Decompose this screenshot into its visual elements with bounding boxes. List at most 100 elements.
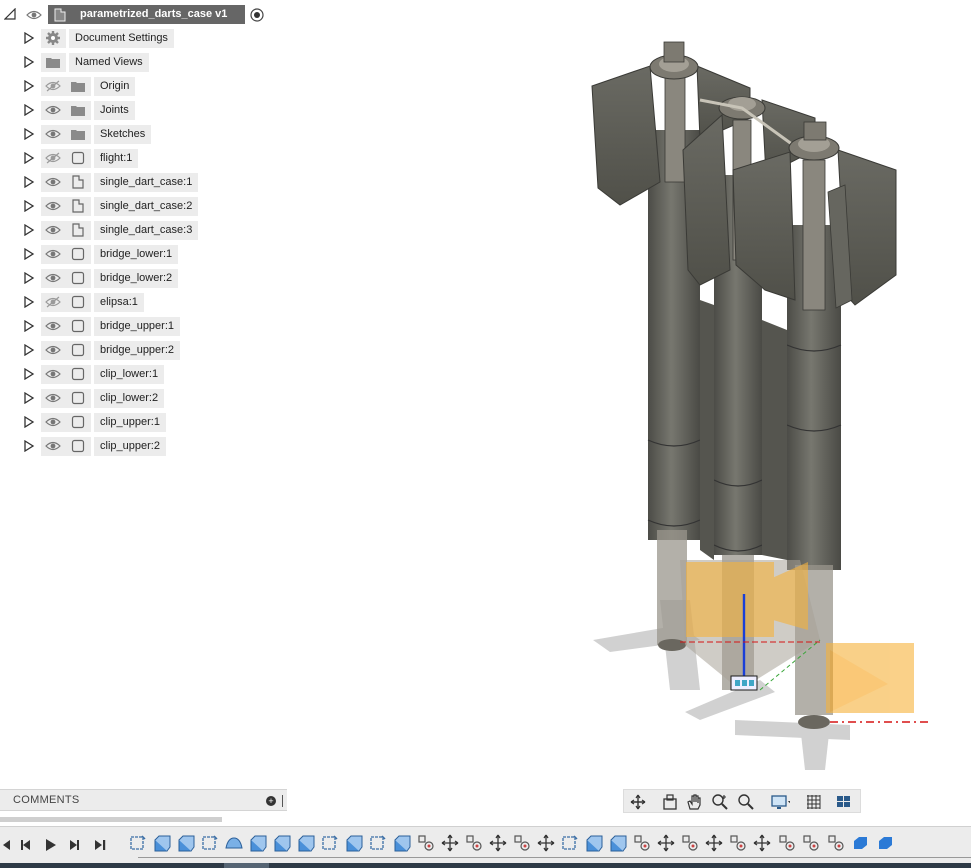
canvas-viewport[interactable]	[560, 30, 971, 780]
folder-icon	[71, 82, 85, 92]
body-icon	[71, 367, 85, 381]
eye-icon[interactable]	[45, 392, 61, 404]
go-to-start-icon[interactable]	[0, 837, 16, 853]
eye-icon[interactable]	[45, 272, 61, 284]
browser-item-label: Named Views	[69, 53, 149, 72]
collapse-triangle-icon[interactable]	[4, 8, 16, 20]
display-settings-icon[interactable]	[770, 792, 790, 812]
fit-icon[interactable]	[736, 792, 756, 812]
expand-triangle-icon[interactable]	[23, 248, 35, 260]
browser-item-label: single_dart_case:3	[94, 221, 199, 240]
expand-triangle-icon[interactable]	[23, 416, 35, 428]
zoom-icon[interactable]	[710, 792, 730, 812]
timeline-feature-move-icon[interactable]	[704, 833, 724, 853]
expand-triangle-icon[interactable]	[23, 80, 35, 92]
timeline-feature-joint-icon[interactable]	[728, 833, 748, 853]
eye-icon[interactable]	[45, 200, 61, 212]
timeline-feature-extrude-icon[interactable]	[344, 833, 364, 853]
timeline-feature-joint-icon[interactable]	[416, 833, 436, 853]
expand-triangle-icon[interactable]	[23, 152, 35, 164]
timeline-feature-joint-icon[interactable]	[512, 833, 532, 853]
timeline-feature-joint-icon[interactable]	[826, 833, 846, 853]
add-comment-icon[interactable]: +	[266, 796, 276, 806]
orbit-icon[interactable]	[628, 792, 648, 812]
eye-hidden-icon[interactable]	[45, 296, 61, 308]
eye-icon[interactable]	[26, 9, 42, 21]
expand-triangle-icon[interactable]	[23, 128, 35, 140]
timeline-feature-joint-icon[interactable]	[680, 833, 700, 853]
timeline-feature-extrude-icon[interactable]	[176, 833, 196, 853]
step-forward-icon[interactable]	[66, 837, 82, 853]
step-back-icon[interactable]	[18, 837, 34, 853]
timeline-feature-joint-icon[interactable]	[801, 833, 821, 853]
body-icon	[71, 271, 85, 285]
expand-triangle-icon[interactable]	[23, 440, 35, 452]
expand-triangle-icon[interactable]	[23, 176, 35, 188]
body-icon	[71, 343, 85, 357]
expand-triangle-icon[interactable]	[23, 368, 35, 380]
eye-icon[interactable]	[45, 344, 61, 356]
timeline-feature-move-icon[interactable]	[752, 833, 772, 853]
expand-triangle-icon[interactable]	[23, 32, 35, 44]
timeline-feature-move-icon[interactable]	[656, 833, 676, 853]
timeline-feature-extrude-icon[interactable]	[296, 833, 316, 853]
grid-settings-icon[interactable]	[804, 792, 824, 812]
timeline-feature-extrude-icon[interactable]	[608, 833, 628, 853]
timeline-feature-extrude-icon[interactable]	[584, 833, 604, 853]
timeline-feature-extrude-icon[interactable]	[392, 833, 412, 853]
pan-icon[interactable]	[684, 792, 704, 812]
timeline-feature-sketch-icon[interactable]	[128, 833, 148, 853]
timeline-feature-joint-icon[interactable]	[777, 833, 797, 853]
timeline-feature-move-icon[interactable]	[536, 833, 556, 853]
timeline-feature-move-icon[interactable]	[440, 833, 460, 853]
joint-glyph-icon[interactable]	[730, 675, 758, 691]
expand-triangle-icon[interactable]	[23, 272, 35, 284]
timeline-feature-extrude-icon[interactable]	[248, 833, 268, 853]
eye-icon[interactable]	[45, 416, 61, 428]
go-to-end-icon[interactable]	[92, 837, 108, 853]
timeline-feature-sketch-icon[interactable]	[200, 833, 220, 853]
eye-icon[interactable]	[45, 176, 61, 188]
component-icon	[72, 199, 84, 213]
eye-icon[interactable]	[45, 320, 61, 332]
comments-bar[interactable]: COMMENTS +	[0, 789, 287, 811]
eye-icon[interactable]	[45, 368, 61, 380]
browser-item-label: clip_lower:1	[94, 365, 165, 384]
expand-triangle-icon[interactable]	[23, 104, 35, 116]
expand-triangle-icon[interactable]	[23, 320, 35, 332]
play-icon[interactable]	[42, 837, 58, 853]
flight-front[interactable]	[732, 121, 897, 311]
timeline-bar	[0, 826, 971, 868]
expand-triangle-icon[interactable]	[23, 200, 35, 212]
eye-icon[interactable]	[45, 104, 61, 116]
timeline-scrollbar[interactable]	[0, 817, 222, 822]
navigation-toolbar	[623, 789, 861, 813]
eye-icon[interactable]	[45, 440, 61, 452]
expand-triangle-icon[interactable]	[23, 224, 35, 236]
timeline-feature-sketch-icon[interactable]	[320, 833, 340, 853]
viewports-icon[interactable]	[834, 792, 854, 812]
look-at-icon[interactable]	[660, 792, 680, 812]
timeline-feature-extrude-icon[interactable]	[272, 833, 292, 853]
timeline-feature-fillet-icon[interactable]	[224, 833, 244, 853]
eye-hidden-icon[interactable]	[45, 152, 61, 164]
activate-radio-icon[interactable]	[250, 8, 264, 22]
expand-triangle-icon[interactable]	[23, 296, 35, 308]
timeline-feature-joint-icon[interactable]	[464, 833, 484, 853]
timeline-ruler	[138, 857, 971, 861]
timeline-feature-sketch-icon[interactable]	[368, 833, 388, 853]
timeline-feature-sketch-icon[interactable]	[560, 833, 580, 853]
eye-icon[interactable]	[45, 128, 61, 140]
expand-triangle-icon[interactable]	[23, 56, 35, 68]
timeline-feature-joint-icon[interactable]	[632, 833, 652, 853]
timeline-feature-body-icon[interactable]	[850, 833, 870, 853]
eye-hidden-icon[interactable]	[45, 80, 61, 92]
timeline-feature-body-icon[interactable]	[875, 833, 895, 853]
eye-icon[interactable]	[45, 248, 61, 260]
resize-grip-icon[interactable]	[282, 795, 284, 807]
eye-icon[interactable]	[45, 224, 61, 236]
timeline-feature-move-icon[interactable]	[488, 833, 508, 853]
expand-triangle-icon[interactable]	[23, 344, 35, 356]
expand-triangle-icon[interactable]	[23, 392, 35, 404]
timeline-feature-extrude-icon[interactable]	[152, 833, 172, 853]
